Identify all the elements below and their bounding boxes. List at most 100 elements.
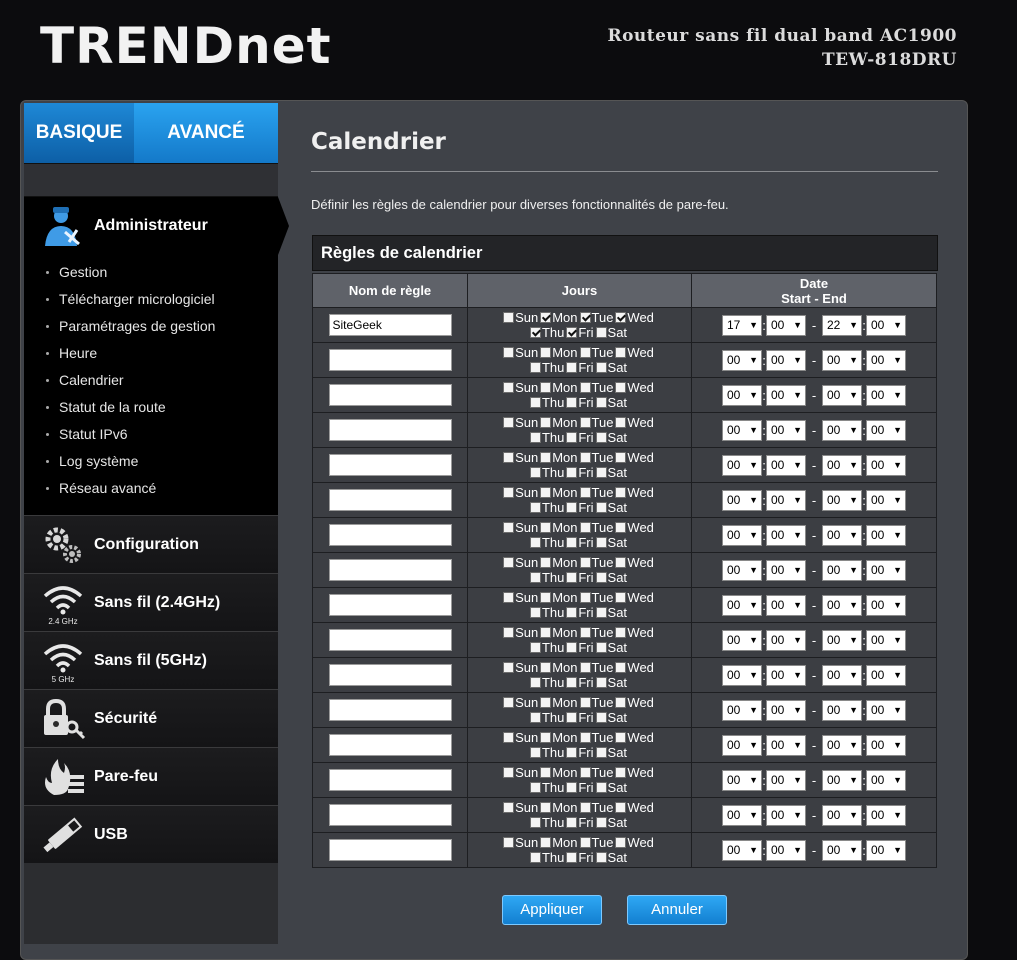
- day-checkbox[interactable]: [579, 732, 591, 743]
- start-minute-select[interactable]: 00 ▼: [766, 559, 806, 581]
- submenu-calendrier[interactable]: Calendrier: [24, 367, 278, 394]
- day-checkbox[interactable]: [566, 782, 578, 793]
- day-checkbox[interactable]: [579, 347, 591, 358]
- day-checkbox[interactable]: [529, 467, 541, 478]
- day-checkbox[interactable]: [579, 522, 591, 533]
- start-minute-select[interactable]: 00 ▼: [766, 734, 806, 756]
- day-checkbox[interactable]: [615, 767, 627, 778]
- start-hour-select[interactable]: 00 ▼: [722, 594, 762, 616]
- day-checkbox[interactable]: [595, 642, 607, 653]
- start-minute-select[interactable]: 00 ▼: [766, 349, 806, 371]
- sidebar-item-securite[interactable]: Sécurité: [24, 689, 278, 747]
- day-checkbox[interactable]: [529, 397, 541, 408]
- day-checkbox[interactable]: [529, 712, 541, 723]
- day-checkbox[interactable]: [540, 452, 552, 463]
- day-checkbox[interactable]: [595, 537, 607, 548]
- start-minute-select[interactable]: 00 ▼: [766, 839, 806, 861]
- start-minute-select[interactable]: 00 ▼: [766, 769, 806, 791]
- day-checkbox[interactable]: [529, 572, 541, 583]
- rule-name-input[interactable]: [328, 664, 452, 686]
- day-checkbox[interactable]: [503, 347, 515, 358]
- end-minute-select[interactable]: 00 ▼: [866, 769, 906, 791]
- day-checkbox[interactable]: [540, 732, 552, 743]
- day-checkbox[interactable]: [529, 642, 541, 653]
- day-checkbox[interactable]: [503, 557, 515, 568]
- submenu-gestion[interactable]: Gestion: [24, 259, 278, 286]
- rule-name-input[interactable]: [328, 594, 452, 616]
- day-checkbox[interactable]: [579, 802, 591, 813]
- day-checkbox[interactable]: [540, 592, 552, 603]
- end-hour-select[interactable]: 00 ▼: [822, 629, 862, 651]
- rule-name-input[interactable]: [328, 734, 452, 756]
- day-checkbox[interactable]: [615, 347, 627, 358]
- day-checkbox[interactable]: [566, 747, 578, 758]
- rule-name-input[interactable]: [328, 489, 452, 511]
- day-checkbox[interactable]: [529, 607, 541, 618]
- start-hour-select[interactable]: 00 ▼: [722, 349, 762, 371]
- end-minute-select[interactable]: 00 ▼: [866, 664, 906, 686]
- rule-name-input[interactable]: [328, 839, 452, 861]
- day-checkbox[interactable]: [595, 712, 607, 723]
- start-hour-select[interactable]: 00 ▼: [722, 524, 762, 546]
- rule-name-input[interactable]: [328, 349, 452, 371]
- start-hour-select[interactable]: 00 ▼: [722, 454, 762, 476]
- day-checkbox[interactable]: [595, 817, 607, 828]
- day-checkbox[interactable]: [503, 522, 515, 533]
- rule-name-input[interactable]: [328, 629, 452, 651]
- day-checkbox[interactable]: [566, 397, 578, 408]
- end-minute-select[interactable]: 00 ▼: [866, 734, 906, 756]
- day-checkbox[interactable]: [566, 642, 578, 653]
- day-checkbox[interactable]: [615, 382, 627, 393]
- end-minute-select[interactable]: 00 ▼: [866, 349, 906, 371]
- start-minute-select[interactable]: 00 ▼: [766, 594, 806, 616]
- day-checkbox[interactable]: [529, 502, 541, 513]
- end-minute-select[interactable]: 00 ▼: [866, 384, 906, 406]
- end-minute-select[interactable]: 00 ▼: [866, 594, 906, 616]
- day-checkbox[interactable]: [540, 347, 552, 358]
- start-hour-select[interactable]: 17 ▼: [722, 314, 762, 336]
- day-checkbox[interactable]: [615, 557, 627, 568]
- day-checkbox[interactable]: [529, 782, 541, 793]
- end-minute-select[interactable]: 00 ▼: [866, 489, 906, 511]
- end-minute-select[interactable]: 00 ▼: [866, 804, 906, 826]
- submenu-firmware[interactable]: Télécharger micrologiciel: [24, 286, 278, 313]
- day-checkbox[interactable]: [595, 782, 607, 793]
- day-checkbox[interactable]: [579, 312, 591, 323]
- rule-name-input[interactable]: [328, 384, 452, 406]
- day-checkbox[interactable]: [595, 397, 607, 408]
- day-checkbox[interactable]: [503, 802, 515, 813]
- day-checkbox[interactable]: [595, 362, 607, 373]
- day-checkbox[interactable]: [579, 592, 591, 603]
- day-checkbox[interactable]: [579, 767, 591, 778]
- start-minute-select[interactable]: 00 ▼: [766, 804, 806, 826]
- rule-name-input[interactable]: [328, 769, 452, 791]
- day-checkbox[interactable]: [540, 697, 552, 708]
- day-checkbox[interactable]: [615, 662, 627, 673]
- rule-name-input[interactable]: [328, 419, 452, 441]
- day-checkbox[interactable]: [615, 592, 627, 603]
- day-checkbox[interactable]: [503, 767, 515, 778]
- day-checkbox[interactable]: [595, 502, 607, 513]
- sidebar-item-administrateur[interactable]: Administrateur: [24, 197, 289, 255]
- rule-name-input[interactable]: [328, 559, 452, 581]
- start-minute-select[interactable]: 00 ▼: [766, 629, 806, 651]
- day-checkbox[interactable]: [529, 677, 541, 688]
- submenu-system-log[interactable]: Log système: [24, 448, 278, 475]
- day-checkbox[interactable]: [540, 417, 552, 428]
- start-minute-select[interactable]: 00 ▼: [766, 664, 806, 686]
- day-checkbox[interactable]: [615, 522, 627, 533]
- end-hour-select[interactable]: 00 ▼: [822, 734, 862, 756]
- apply-button[interactable]: Appliquer: [502, 895, 602, 925]
- end-hour-select[interactable]: 00 ▼: [822, 489, 862, 511]
- day-checkbox[interactable]: [566, 432, 578, 443]
- sidebar-item-pare-feu[interactable]: Pare-feu: [24, 747, 278, 805]
- end-minute-select[interactable]: 00 ▼: [866, 629, 906, 651]
- day-checkbox[interactable]: [529, 747, 541, 758]
- day-checkbox[interactable]: [579, 627, 591, 638]
- day-checkbox[interactable]: [579, 837, 591, 848]
- end-hour-select[interactable]: 00 ▼: [822, 664, 862, 686]
- day-checkbox[interactable]: [579, 487, 591, 498]
- start-hour-select[interactable]: 00 ▼: [722, 664, 762, 686]
- start-minute-select[interactable]: 00 ▼: [766, 524, 806, 546]
- start-minute-select[interactable]: 00 ▼: [766, 699, 806, 721]
